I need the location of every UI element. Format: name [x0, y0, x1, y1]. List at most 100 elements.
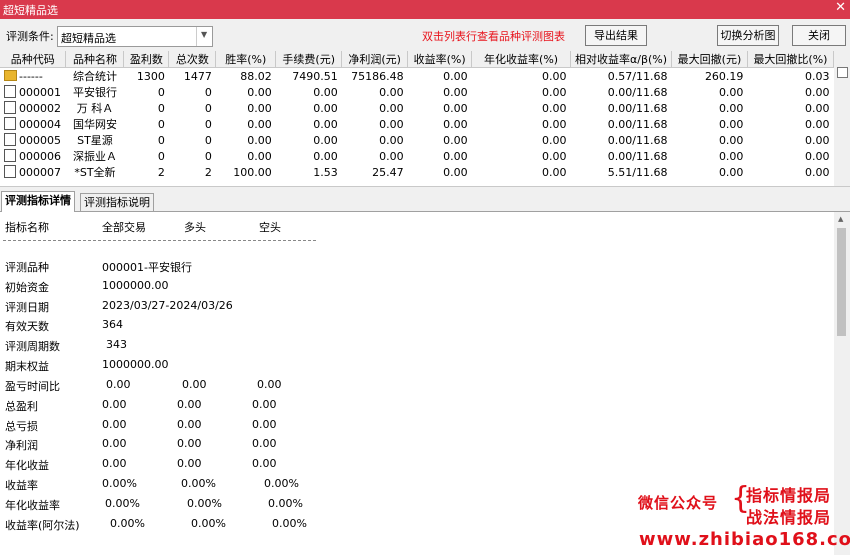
table-cell: 0.00	[542, 117, 567, 131]
metric-all-value: 0.00	[102, 417, 127, 431]
folder-icon	[4, 69, 17, 81]
table-cell: 0.00	[542, 101, 567, 115]
table-cell: 0	[204, 117, 212, 131]
metric-long-value: 0.00	[177, 417, 202, 431]
grid-scrollbar[interactable]	[834, 51, 850, 186]
result-table: 品种代码 品种名称 盈利数 总次数 胜率(%) 手续费(元) 净利润(元) 收益…	[0, 51, 834, 180]
table-cell: *ST全新	[74, 166, 116, 179]
col-header[interactable]: 总次数	[168, 51, 217, 68]
table-cell: 0.00	[247, 149, 272, 163]
export-button[interactable]: 导出结果	[585, 25, 647, 46]
table-cell: 2	[157, 165, 165, 179]
result-grid: 品种代码 品种名称 盈利数 总次数 胜率(%) 手续费(元) 净利润(元) 收益…	[0, 51, 834, 186]
table-cell: 0.00	[718, 101, 744, 115]
table-cell: 0.00	[313, 149, 338, 163]
window-title: 超短精品选	[3, 4, 58, 17]
code-cell-text: 000005	[19, 134, 61, 147]
table-cell: 万 科Ａ	[76, 102, 114, 115]
metric-long-value: 0.00%	[191, 516, 226, 530]
table-cell: 0	[204, 149, 212, 163]
code-cell: 000007	[0, 164, 66, 180]
table-cell: 0	[204, 85, 212, 99]
table-cell: 0.00	[379, 133, 404, 147]
table-cell: 0.00	[313, 117, 338, 131]
close-button[interactable]: 关闭	[792, 25, 846, 46]
col-header[interactable]: 收益率(%)	[407, 51, 473, 68]
metric-long-value: 0.00%	[181, 477, 216, 490]
table-cell: 0.00	[542, 69, 567, 83]
table-cell: 2	[204, 165, 212, 179]
table-cell: 0	[157, 133, 165, 147]
metric-all-value: 0.00	[102, 437, 127, 451]
table-cell: 平安银行	[72, 86, 117, 99]
table-cell: 0.00/11.68	[607, 117, 668, 131]
tab-detail[interactable]: 评测指标详情	[1, 191, 75, 212]
metric-short-value: 0.00	[252, 417, 277, 431]
col-header[interactable]: 盈利数	[123, 51, 170, 68]
metric-value: 1000000.00	[102, 278, 169, 292]
dropdown-arrow[interactable]: ▼	[196, 27, 212, 46]
table-cell: 0.00	[542, 133, 567, 147]
metric-all-value: 0.00	[102, 397, 127, 411]
metric-all-value: 0.00%	[110, 516, 145, 530]
col-header[interactable]: 净利润(元)	[341, 51, 409, 68]
table-cell: 0.00	[805, 165, 830, 179]
metric-label: 总亏损	[5, 419, 38, 433]
condition-select[interactable]: 超短精品选 ▼	[57, 26, 213, 47]
table-cell: 0.00	[247, 133, 272, 147]
document-icon	[4, 133, 16, 146]
table-cell: 0.00	[718, 133, 744, 147]
metric-long-value: 0.00	[177, 457, 202, 471]
table-cell: 0.00	[542, 85, 567, 99]
table-cell: 0.00	[247, 101, 272, 115]
table-cell: 0.00	[805, 117, 830, 131]
code-cell: 000004	[0, 116, 66, 132]
metric-label: 年化收益	[5, 459, 49, 473]
table-cell: 0.00	[805, 133, 830, 147]
col-header[interactable]: 最大回撤比(%)	[747, 51, 834, 68]
table-row[interactable]: 000005 ST星源 0 0 0.00 0.00 0.00 0.00 0.00 0.00/11.…	[0, 132, 834, 148]
code-cell-text: ------	[19, 69, 43, 83]
table-cell: ST星源	[77, 134, 113, 147]
table-cell: 5.51/11.68	[607, 165, 668, 179]
metric-label: 盈亏时间比	[5, 380, 60, 393]
table-row[interactable]: 000007 *ST全新 2 2 100.00 1.53 25.47 0.00 0.00 5.51…	[0, 164, 834, 180]
table-row[interactable]: 000006 深振业Ａ 0 0 0.00 0.00 0.00 0.00 0.00 0.00/11.…	[0, 148, 834, 164]
scroll-thumb[interactable]	[837, 228, 846, 336]
table-cell: 1.53	[313, 165, 338, 179]
metric-short-value: 0.00%	[272, 516, 307, 530]
metric-label: 评测周期数	[5, 340, 60, 354]
window-close-icon[interactable]: ✕	[835, 0, 846, 15]
metric-label: 净利润	[5, 439, 38, 453]
table-row[interactable]: 000002 万 科Ａ 0 0 0.00 0.00 0.00 0.00 0.00 0.00/11.…	[0, 100, 834, 116]
switch-chart-button[interactable]: 切换分析图	[717, 25, 779, 46]
metric-long-value: 0.00	[177, 437, 202, 451]
code-cell-text: 000004	[19, 118, 61, 131]
metric-short-value: 0.00%	[264, 477, 299, 490]
table-row[interactable]: ------ 综合统计 1300 1477 88.02 7490.51 75186.48 0.…	[0, 68, 834, 85]
table-row[interactable]: 000004 国华网安 0 0 0.00 0.00 0.00 0.00 0.00 0.00/11.…	[0, 116, 834, 132]
col-header[interactable]: 手续费(元)	[275, 51, 343, 68]
table-cell: 0.00	[313, 133, 338, 147]
table-row[interactable]: 000001 平安银行 0 0 0.00 0.00 0.00 0.00 0.00 0.00/11.…	[0, 84, 834, 100]
table-cell: 0.00/11.68	[607, 101, 668, 115]
grid-corner-checkbox[interactable]	[837, 67, 848, 78]
table-cell: 0.57/11.68	[607, 69, 668, 83]
table-cell: 0.00	[443, 101, 468, 115]
scroll-up-icon[interactable]: ▲	[838, 215, 843, 223]
col-header[interactable]: 品种代码	[0, 51, 67, 68]
detail-scrollbar[interactable]: ▲	[834, 212, 850, 555]
col-header[interactable]: 品种名称	[65, 51, 125, 68]
tab-explain[interactable]: 评测指标说明	[80, 193, 154, 212]
table-cell: 0.00	[718, 117, 744, 131]
table-cell: 0.00	[542, 149, 567, 163]
col-header[interactable]: 年化收益率(%)	[471, 51, 572, 68]
table-cell: 深振业Ａ	[72, 150, 117, 163]
col-header[interactable]: 最大回撤(元)	[671, 51, 748, 68]
col-header[interactable]: 胜率(%)	[215, 51, 277, 68]
col-header[interactable]: 相对收益率α/β(%)	[570, 51, 672, 68]
code-cell-text: 000007	[19, 166, 61, 179]
code-cell: 000001	[0, 84, 66, 100]
metric-label: 收益率(阿尔法)	[5, 518, 80, 532]
table-cell: 88.02	[240, 69, 272, 83]
